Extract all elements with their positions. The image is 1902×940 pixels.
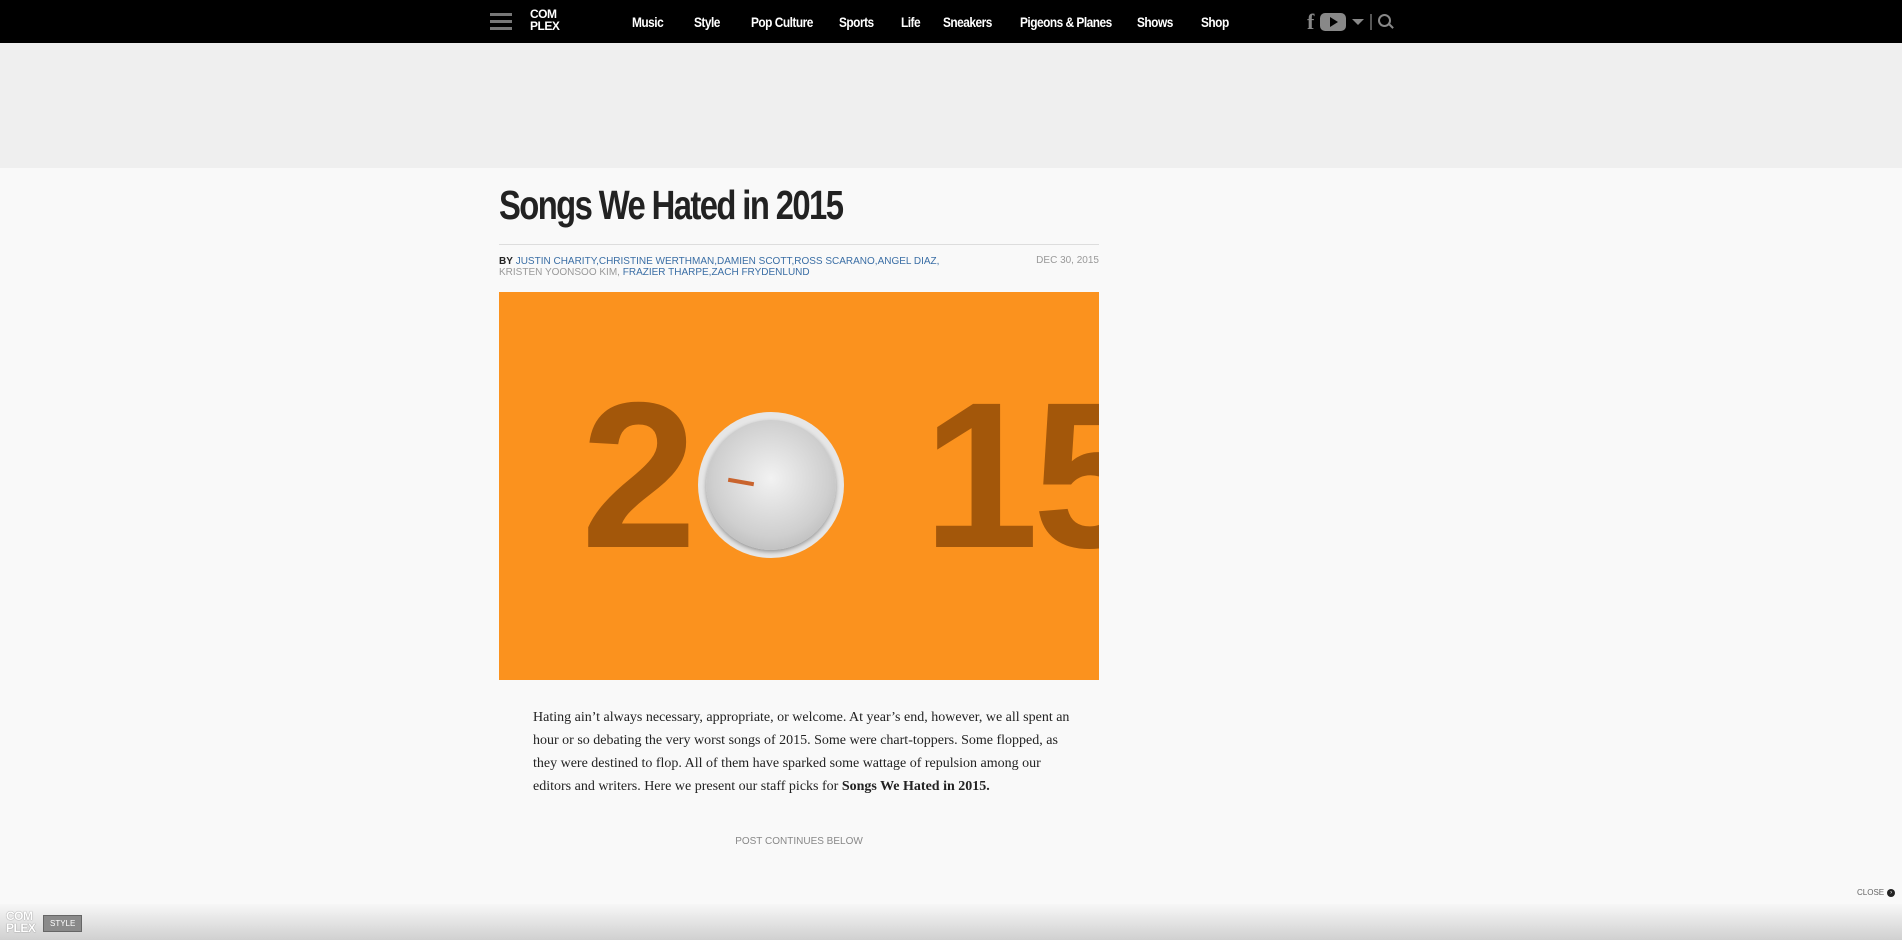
nav-item-music[interactable]: Music: [632, 14, 685, 30]
article-intro: Hating ain’t always necessary, appropria…: [533, 706, 1073, 798]
nav-item-life[interactable]: Life: [901, 14, 937, 30]
youtube-icon[interactable]: [1320, 13, 1347, 31]
title-divider: [499, 244, 1099, 245]
social-links: f: [1307, 9, 1395, 35]
article-title: Songs We Hated in 2015: [499, 182, 844, 228]
nav-item-pop-culture[interactable]: Pop Culture: [751, 14, 826, 30]
hero-image: 2 15: [499, 292, 1099, 680]
facebook-icon[interactable]: f: [1307, 9, 1314, 35]
footer-bar: COM PLEX STYLE: [0, 904, 1902, 940]
close-icon[interactable]: ›: [1887, 888, 1896, 897]
close-button[interactable]: CLOSE ›: [1857, 888, 1896, 897]
nav-item-sneakers[interactable]: Sneakers: [943, 14, 1008, 30]
nav-menu: Music Style Pop Culture Sports Life Snea…: [632, 0, 1241, 43]
volume-knob-icon: [698, 412, 844, 558]
nav-item-shows[interactable]: Shows: [1137, 14, 1191, 30]
footer-logo-line-2: PLEX: [6, 921, 36, 935]
footer-logo[interactable]: COM PLEX: [6, 910, 36, 935]
byline: BY JUSTIN CHARITY,CHRISTINE WERTHMAN,DAM…: [499, 256, 979, 278]
publish-date: DEC 30, 2015: [1036, 255, 1099, 266]
nav-item-pigeons-and-planes[interactable]: Pigeons & Planes: [1020, 14, 1119, 30]
chevron-down-icon[interactable]: [1352, 19, 1365, 25]
hamburger-menu-icon[interactable]: [490, 13, 512, 31]
nav-container: COM PLEX Music Style Pop Culture Sports …: [490, 0, 1410, 43]
search-icon[interactable]: [1378, 14, 1395, 30]
logo-line-2: PLEX: [530, 19, 560, 33]
hero-digit-2: 2: [581, 360, 697, 592]
author-plain: KRISTEN YOONSOO KIM,: [499, 267, 620, 278]
intro-bold: Songs We Hated in 2015.: [841, 779, 990, 794]
hero-digits-15: 15: [923, 360, 1099, 592]
ad-banner-area: [0, 43, 1902, 168]
footer-style-tag[interactable]: STYLE: [43, 915, 83, 932]
divider: [1370, 14, 1373, 30]
nav-item-style[interactable]: Style: [694, 14, 742, 30]
author-links[interactable]: JUSTIN CHARITY,CHRISTINE WERTHMAN,DAMIEN…: [516, 256, 940, 267]
close-label: CLOSE: [1857, 888, 1885, 897]
nav-item-sports[interactable]: Sports: [839, 14, 892, 30]
byline-prefix: BY: [499, 256, 513, 267]
top-navigation-bar: COM PLEX Music Style Pop Culture Sports …: [0, 0, 1902, 43]
complex-logo[interactable]: COM PLEX: [530, 8, 560, 33]
post-continues-label: POST CONTINUES BELOW: [735, 836, 863, 847]
author-links-2[interactable]: FRAZIER THARPE,ZACH FRYDENLUND: [623, 267, 810, 278]
nav-item-shop[interactable]: Shop: [1201, 14, 1235, 30]
